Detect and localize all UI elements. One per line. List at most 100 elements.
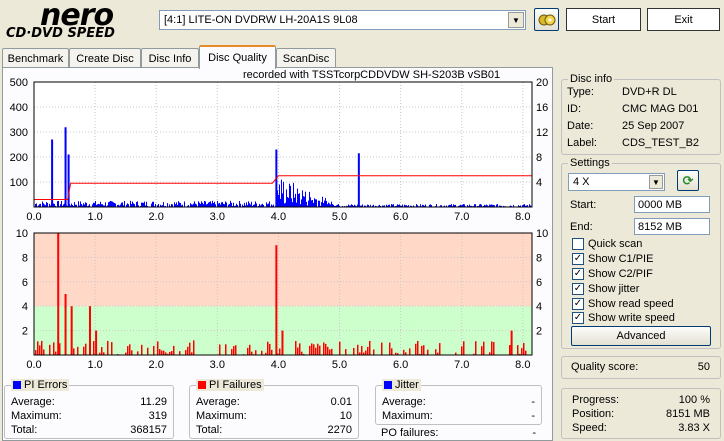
y-tick-label-left: 10 [16,228,28,240]
disc-swap-icon [538,14,555,25]
data-bar [190,203,191,207]
chevron-down-icon[interactable]: ▼ [508,12,524,28]
data-bar [107,340,109,355]
data-bar [319,200,320,207]
data-bar [415,343,417,355]
data-bar [49,344,51,355]
data-bar [86,202,87,207]
advanced-button[interactable]: Advanced [571,326,711,346]
start-mb-input[interactable] [634,196,710,213]
data-bar [298,194,299,207]
data-bar [210,201,211,207]
data-bar [212,200,213,207]
data-bar [303,196,304,207]
data-bar [73,348,75,355]
tab-disc-info[interactable]: Disc Info [141,48,199,68]
data-spike [64,127,67,207]
data-bar [288,197,289,207]
checkbox[interactable]: ✓ [572,268,584,280]
data-bar [313,344,315,355]
data-bar [381,342,383,355]
data-bar [295,193,296,207]
data-bar [55,351,57,355]
data-bar [285,202,286,207]
y-tick-label-left: 300 [10,127,28,139]
quality-band [34,306,532,331]
tab-benchmark[interactable]: Benchmark [2,48,69,68]
checkbox-row-quick-scan[interactable]: Quick scan [572,237,642,251]
jitter-title: Jitter [395,379,419,391]
progress-group: Progress: 100 % Position: 8151 MB Speed: 3.… [561,388,721,439]
data-spike [64,294,67,355]
jitter-maximum: - [531,410,535,422]
data-bar [101,347,103,355]
drive-select[interactable]: [4:1] LITE-ON DVDRW LH-20A1S 9L08 ▼ [159,10,526,30]
data-bar [304,196,305,207]
exit-button[interactable]: Exit [647,8,720,31]
speed-select[interactable]: 4 X ▼ [568,173,665,191]
data-bar [297,188,298,207]
y-tick-label-right: 16 [536,102,548,114]
data-bar [483,341,485,355]
data-bar [297,347,299,355]
end-mb-input[interactable] [634,218,710,235]
data-bar [171,350,173,355]
y-tick-label-right: 8 [536,152,542,164]
data-bar [204,200,205,207]
data-bar [286,189,287,207]
checkbox-row-show-c1-pie[interactable]: ✓ Show C1/PIE [572,252,653,266]
data-bar [345,349,347,355]
x-tick-label: 6.0 [393,359,408,371]
checkbox-row-show-c2-pif[interactable]: ✓ Show C2/PIF [572,267,653,281]
chevron-down-icon[interactable]: ▼ [649,175,663,189]
checkbox-label: Show C2/PIF [588,268,653,280]
data-bar [167,203,168,207]
checkbox[interactable] [572,238,584,250]
pi-errors-average: 11.29 [140,396,167,408]
data-bar [315,347,317,355]
x-tick-label: 5.0 [332,211,347,220]
refresh-speed-button[interactable]: ⟳ [677,170,699,191]
x-tick-label: 7.0 [454,359,469,371]
y-tick-label-right: 2 [536,326,542,338]
checkbox[interactable]: ✓ [572,253,584,265]
data-spike [70,306,73,355]
checkbox-row-show-read-speed[interactable]: ✓ Show read speed [572,297,674,311]
x-tick-label: 5.0 [332,359,347,371]
data-bar [39,345,41,355]
pi-errors-total: 368157 [130,424,167,436]
drive-select-value: [4:1] LITE-ON DVDRW LH-20A1S 9L08 [164,14,358,26]
start-button[interactable]: Start [566,8,641,31]
data-bar [94,202,95,207]
checkbox-label: Show write speed [588,312,675,324]
checkbox-row-show-jitter[interactable]: ✓ Show jitter [572,282,639,296]
data-bar [249,344,251,355]
checkbox[interactable]: ✓ [572,283,584,295]
data-bar [248,201,249,207]
tab-scandisc[interactable]: ScanDisc [276,48,336,68]
checkbox[interactable]: ✓ [572,312,584,324]
data-bar [255,350,257,355]
data-bar [199,202,200,207]
pi-errors-chart: 0.0 1.0 2.0 3.0 4.0 5.0 6.0 7.0 8.0 500 20 400 16 300… [10,78,549,220]
data-bar [221,202,222,207]
checkbox[interactable]: ✓ [572,298,584,310]
data-bar [231,202,232,207]
data-bar [53,203,54,207]
data-bar [132,201,133,207]
nero-logo: nero CD·DVD SPEED [4,0,154,42]
data-spike [281,330,284,355]
data-bar [124,201,125,207]
data-bar [266,202,267,207]
checkbox-row-show-write-speed[interactable]: ✓ Show write speed [572,311,675,325]
tab-create-disc[interactable]: Create Disc [69,48,141,68]
drive-refresh-button[interactable] [534,8,559,31]
data-bar [299,343,301,355]
data-bar [205,201,206,207]
y-tick-label-left: 4 [22,301,28,313]
pi-errors-title: PI Errors [24,379,68,391]
data-bar [83,346,85,355]
data-bar [202,202,203,207]
x-tick-label: 4.0 [271,359,286,371]
tab-disc-quality[interactable]: Disc Quality [199,45,276,69]
